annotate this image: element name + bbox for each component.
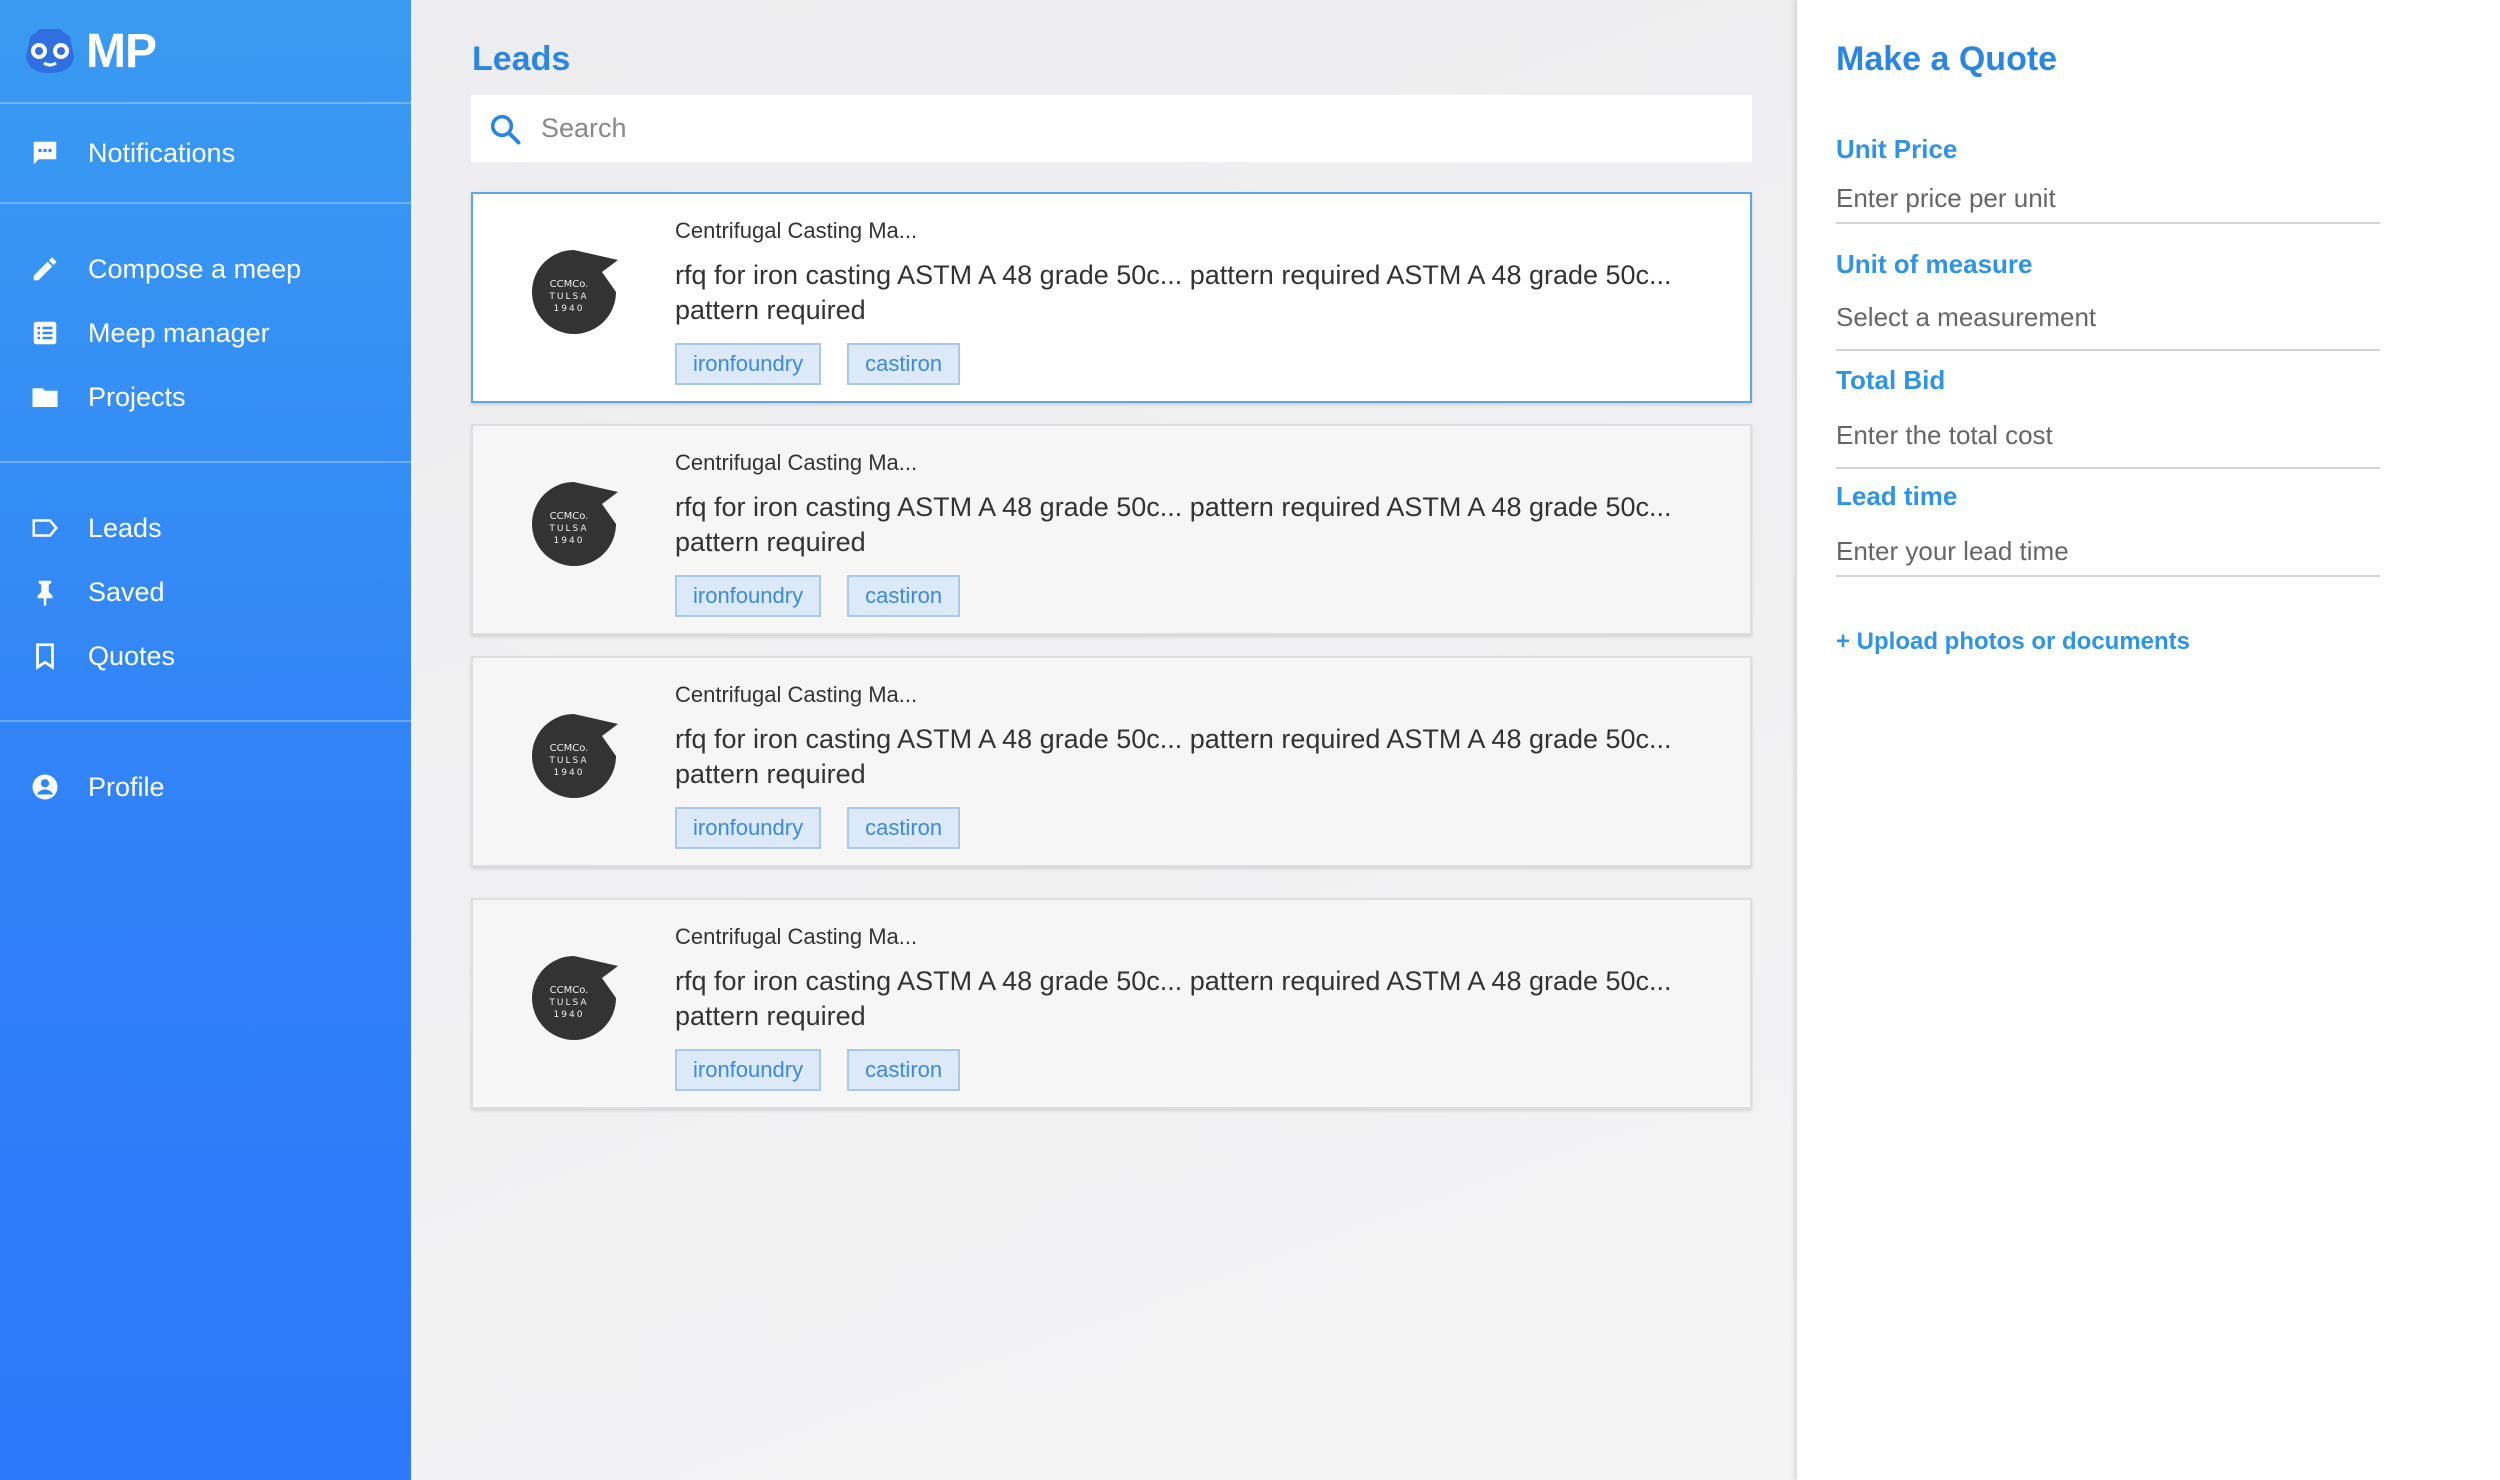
tag-chip[interactable]: ironfoundry <box>675 807 822 849</box>
lead-description: rfq for iron casting ASTM A 48 grade 50c… <box>675 724 1672 789</box>
search-icon <box>490 114 521 144</box>
logo-line: CCMCo. <box>550 743 589 754</box>
lead-card[interactable]: CCMCo. TULSA 1940 Centrifugal Casting Ma… <box>471 192 1752 403</box>
lead-tags: ironfoundry castiron <box>675 1049 961 1091</box>
lead-company: Centrifugal Casting Ma... <box>675 682 918 707</box>
lead-card[interactable]: CCMCo. TULSA 1940 Centrifugal Casting Ma… <box>471 898 1752 1109</box>
lead-description: rfq for iron casting ASTM A 48 grade 50c… <box>675 966 1672 1031</box>
tag-chip[interactable]: castiron <box>847 343 961 385</box>
sidebar-item-projects[interactable]: Projects <box>0 365 411 429</box>
search-input[interactable] <box>541 113 1691 144</box>
unit-price-input[interactable] <box>1836 183 2380 224</box>
owl-logo-icon <box>26 29 74 73</box>
logo-line: 1940 <box>554 768 585 778</box>
pencil-icon <box>28 252 62 286</box>
logo-line: TULSA <box>548 756 588 766</box>
search-bar[interactable] <box>471 95 1752 162</box>
lead-time-input[interactable] <box>1836 536 2380 577</box>
lead-tags: ironfoundry castiron <box>675 575 961 617</box>
logo-line: CCMCo. <box>550 279 589 290</box>
tag-chip[interactable]: castiron <box>847 575 961 617</box>
sidebar-item-label: Profile <box>88 771 165 802</box>
field-label: Lead time <box>1836 481 1958 511</box>
sidebar-item-quotes[interactable]: Quotes <box>0 624 411 688</box>
app-logo[interactable]: MP <box>0 0 411 102</box>
sidebar-item-label: Saved <box>88 576 165 607</box>
logo-text: MP <box>86 24 157 78</box>
lead-company: Centrifugal Casting Ma... <box>675 924 918 949</box>
lead-tags: ironfoundry castiron <box>675 807 961 849</box>
lead-company: Centrifugal Casting Ma... <box>675 218 918 243</box>
field-label: Unit Price <box>1836 134 1958 164</box>
logo-line: 1940 <box>554 304 585 314</box>
upload-documents-link[interactable]: + Upload photos or documents <box>1836 628 2190 656</box>
company-logo: CCMCo. TULSA 1940 <box>532 714 618 798</box>
sidebar-item-compose[interactable]: Compose a meep <box>0 237 411 301</box>
sidebar-item-label: Leads <box>88 512 162 543</box>
tag-chip[interactable]: ironfoundry <box>675 575 822 617</box>
total-bid-field: Total Bid <box>1836 365 2380 469</box>
logo-line: 1940 <box>554 536 585 546</box>
sidebar-item-notifications[interactable]: Notifications <box>0 110 411 196</box>
lead-card[interactable]: CCMCo. TULSA 1940 Centrifugal Casting Ma… <box>471 424 1752 635</box>
sidebar-item-profile[interactable]: Profile <box>0 755 411 819</box>
lead-tags: ironfoundry castiron <box>675 343 961 385</box>
pin-icon <box>28 575 62 609</box>
tag-icon <box>28 511 62 545</box>
total-bid-input[interactable] <box>1836 420 2380 469</box>
lead-description: rfq for iron casting ASTM A 48 grade 50c… <box>675 492 1672 557</box>
tag-chip[interactable]: ironfoundry <box>675 343 822 385</box>
lead-company: Centrifugal Casting Ma... <box>675 450 918 475</box>
quote-panel: Make a Quote Unit Price Unit of measure … <box>1797 0 2500 1480</box>
logo-line: TULSA <box>548 998 588 1008</box>
logo-line: CCMCo. <box>550 511 589 522</box>
unit-of-measure-field: Unit of measure <box>1836 249 2380 351</box>
tag-chip[interactable]: castiron <box>847 1049 961 1091</box>
sidebar-item-label: Notifications <box>88 137 236 168</box>
company-logo: CCMCo. TULSA 1940 <box>532 482 618 566</box>
lead-description: rfq for iron casting ASTM A 48 grade 50c… <box>675 260 1672 325</box>
quote-title: Make a Quote <box>1836 40 2058 78</box>
sidebar-item-saved[interactable]: Saved <box>0 560 411 624</box>
sidebar-item-leads[interactable]: Leads <box>0 496 411 560</box>
lead-time-field: Lead time <box>1836 481 2380 577</box>
logo-line: CCMCo. <box>550 985 589 996</box>
lead-card[interactable]: CCMCo. TULSA 1940 Centrifugal Casting Ma… <box>471 656 1752 867</box>
unit-of-measure-select[interactable] <box>1836 302 2380 351</box>
tag-chip[interactable]: ironfoundry <box>675 1049 822 1091</box>
list-icon <box>28 316 62 350</box>
field-label: Unit of measure <box>1836 249 2033 279</box>
account-circle-icon <box>28 770 62 804</box>
sidebar-item-label: Projects <box>88 381 186 412</box>
company-logo: CCMCo. TULSA 1940 <box>532 250 618 334</box>
sidebar-item-label: Quotes <box>88 640 176 671</box>
sidebar-item-meep-manager[interactable]: Meep manager <box>0 301 411 365</box>
logo-line: TULSA <box>548 292 588 302</box>
unit-price-field: Unit Price <box>1836 134 2380 224</box>
field-label: Total Bid <box>1836 365 1946 395</box>
company-logo: CCMCo. TULSA 1940 <box>532 956 618 1040</box>
bookmark-icon <box>28 639 62 673</box>
logo-line: 1940 <box>554 1010 585 1020</box>
sidebar-item-label: Compose a meep <box>88 253 302 284</box>
page-title: Leads <box>472 40 571 78</box>
sidebar: MP Notifications Compose a meep Meep man… <box>0 0 411 1480</box>
chat-bubble-icon <box>28 136 62 170</box>
tag-chip[interactable]: castiron <box>847 807 961 849</box>
sidebar-item-label: Meep manager <box>88 317 270 348</box>
leads-panel: Leads CCMCo. TULSA 1940 Centrifugal Cast… <box>411 0 1797 1480</box>
folder-icon <box>28 380 62 414</box>
logo-line: TULSA <box>548 524 588 534</box>
